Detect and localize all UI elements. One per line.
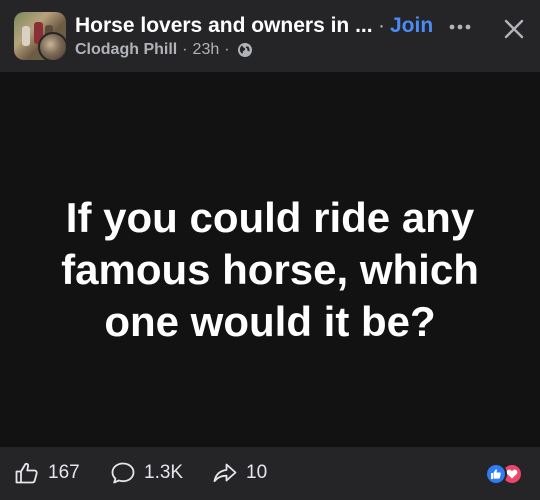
author-avatar[interactable]: [38, 32, 66, 60]
post-text: If you could ride any famous horse, whic…: [61, 193, 479, 345]
post-time[interactable]: 23h: [193, 41, 220, 59]
share-icon: [213, 463, 237, 483]
comment-count: 1.3K: [144, 462, 184, 483]
close-icon[interactable]: [502, 17, 526, 41]
post-header: Horse lovers and owners in ... · Join Cl…: [0, 0, 540, 72]
author-name[interactable]: Clodagh Phill: [75, 41, 177, 59]
post-meta: Clodagh Phill · 23h ·: [75, 41, 253, 59]
share-count: 10: [246, 462, 268, 483]
comment-icon: [111, 462, 135, 484]
thumbs-up-icon: [15, 462, 38, 484]
like-button[interactable]: 167: [14, 461, 80, 485]
post-actions: 167 1.3K 10: [0, 447, 540, 500]
share-button[interactable]: 10: [212, 461, 267, 485]
like-reaction-icon: [485, 463, 507, 485]
more-options-icon[interactable]: [448, 18, 472, 36]
join-button[interactable]: Join: [390, 14, 433, 38]
title-separator: ·: [378, 14, 385, 37]
post-content: If you could ride any famous horse, whic…: [0, 72, 540, 447]
group-avatar[interactable]: [14, 12, 66, 60]
comment-button[interactable]: 1.3K: [110, 461, 183, 485]
globe-icon: [237, 43, 252, 57]
group-name[interactable]: Horse lovers and owners in ...: [75, 14, 373, 38]
like-count: 167: [48, 462, 80, 483]
reaction-summary[interactable]: [485, 463, 529, 485]
